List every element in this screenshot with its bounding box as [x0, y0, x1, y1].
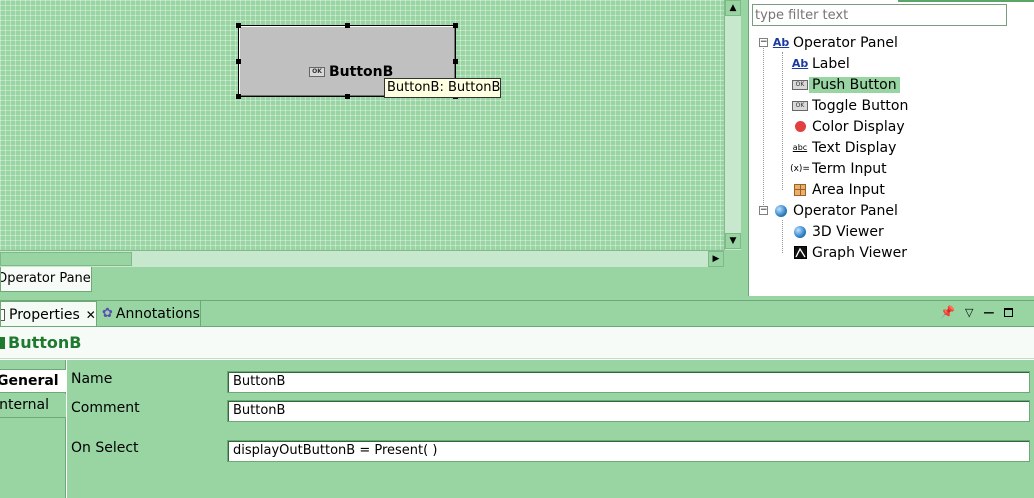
tree-item-3d-viewer[interactable]: 3D Viewer	[792, 221, 884, 242]
widget-label: OK ButtonB	[309, 64, 393, 80]
push-button-icon: OK	[792, 77, 808, 93]
horizontal-scrollbar[interactable]: ▶	[0, 250, 724, 267]
resize-handle[interactable]	[236, 59, 241, 64]
tree-label: Operator Panel	[793, 34, 898, 51]
collapse-icon[interactable]: −	[759, 38, 768, 47]
minimize-icon[interactable]: —	[983, 306, 994, 319]
tree-group-operator-panel-2[interactable]: Operator Panel	[773, 200, 898, 221]
side-tab-internal[interactable]: Internal	[0, 394, 66, 418]
maximize-icon[interactable]	[1004, 307, 1014, 317]
collapse-icon[interactable]: −	[759, 206, 768, 215]
resize-handle[interactable]	[453, 23, 458, 28]
text-widget-icon: Ab	[772, 36, 790, 49]
label-icon: Ab	[791, 57, 809, 70]
tree-line	[782, 220, 783, 253]
toggle-button-icon: OK	[792, 98, 808, 114]
resize-handle[interactable]	[345, 94, 350, 99]
tree-item-graph-viewer[interactable]: Graph Viewer	[792, 242, 907, 263]
tree-item-area-input[interactable]: Area Input	[792, 179, 885, 200]
filter-input[interactable]	[752, 4, 1007, 26]
term-input-icon: (x)=	[790, 163, 810, 174]
tree-item-label[interactable]: Ab Label	[792, 53, 850, 74]
name-label: Name	[71, 371, 113, 387]
name-field[interactable]: ButtonB	[227, 371, 1030, 393]
vertical-scrollbar[interactable]: ▲ ▼	[724, 0, 741, 250]
comment-field[interactable]: ButtonB	[227, 400, 1030, 422]
tooltip: ButtonB: ButtonB	[384, 78, 501, 98]
properties-header: ButtonB	[0, 327, 1034, 359]
globe-icon	[792, 224, 808, 240]
graph-icon	[792, 245, 808, 261]
view-toolbar: 📌 ▽ —	[940, 303, 1014, 321]
text-display-icon: abc	[792, 143, 808, 152]
globe-icon	[773, 203, 789, 219]
editor-tab-label: Operator Panel	[0, 271, 92, 286]
resize-handle[interactable]	[236, 94, 241, 99]
tree-item-toggle-button[interactable]: OK Toggle Button	[792, 95, 908, 116]
tree-item-color-display[interactable]: Color Display	[792, 116, 905, 137]
tree-line	[782, 52, 783, 190]
side-tab-general[interactable]: General	[0, 369, 66, 393]
push-button-icon: OK	[309, 67, 325, 77]
scroll-right-icon[interactable]: ▶	[708, 251, 724, 267]
properties-icon	[1, 308, 5, 321]
comment-label: Comment	[71, 400, 140, 416]
resize-handle[interactable]	[236, 23, 241, 28]
tree-line	[763, 48, 764, 211]
resize-handle[interactable]	[345, 23, 350, 28]
on-select-label: On Select	[71, 440, 139, 456]
scroll-up-icon[interactable]: ▲	[725, 0, 741, 16]
push-button-icon	[0, 336, 5, 349]
tab-annotations[interactable]: ✿ Annotations	[99, 301, 201, 327]
tree-item-text-display[interactable]: abc Text Display	[792, 137, 897, 158]
tree-item-term-input[interactable]: (x)= Term Input	[790, 158, 887, 179]
color-display-icon	[792, 119, 808, 135]
editor-tab[interactable]: Operator Panel	[0, 267, 92, 292]
tree-group-operator-panel[interactable]: Ab Operator Panel	[773, 32, 898, 53]
resize-handle[interactable]	[453, 59, 458, 64]
area-input-icon	[792, 182, 808, 198]
tree-item-push-button[interactable]: OK Push Button	[792, 74, 900, 95]
scroll-down-icon[interactable]: ▼	[725, 233, 741, 249]
properties-title: ButtonB	[0, 333, 81, 352]
pin-icon[interactable]: 📌	[940, 305, 955, 319]
close-icon[interactable]: ✕	[86, 303, 96, 327]
palette-title-bar	[898, 0, 1034, 2]
on-select-field[interactable]: displayOutButtonB = Present( )	[227, 440, 1030, 462]
tab-properties[interactable]: Properties ✕	[0, 301, 97, 327]
scroll-thumb[interactable]	[0, 252, 132, 266]
view-menu-icon[interactable]: ▽	[965, 306, 973, 319]
annotations-icon: ✿	[102, 306, 113, 321]
